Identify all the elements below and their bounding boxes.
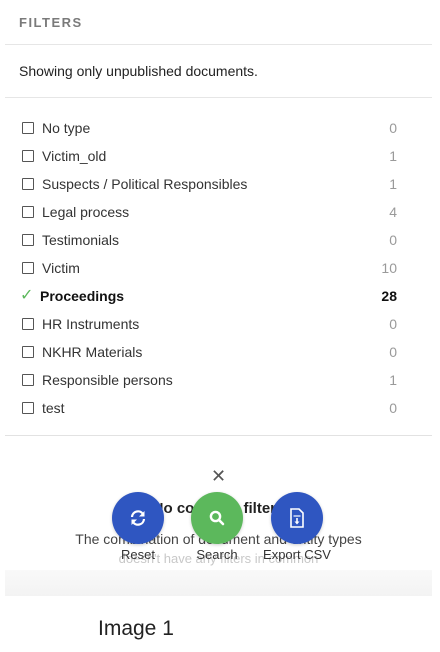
export-circle[interactable] xyxy=(271,492,323,544)
filter-label: Victim xyxy=(42,260,80,276)
file-download-icon xyxy=(290,508,304,528)
search-button[interactable]: Search xyxy=(177,492,257,562)
filter-label: Testimonials xyxy=(42,232,120,248)
filter-option[interactable]: Victim_old 1 xyxy=(5,142,432,170)
filter-label: test xyxy=(42,400,65,416)
filter-option[interactable]: HR Instruments 0 xyxy=(5,310,432,338)
reset-circle[interactable] xyxy=(112,492,164,544)
filter-option[interactable]: NKHR Materials 0 xyxy=(5,338,432,366)
filter-label: Proceedings xyxy=(40,288,125,304)
filter-list: No type 0 Victim_old 1 Suspects / Political … xyxy=(5,98,432,422)
checkbox[interactable] xyxy=(22,262,34,274)
export-csv-label: Export CSV xyxy=(263,547,331,562)
filter-label: Responsible persons xyxy=(42,372,173,388)
filter-option[interactable]: Suspects / Political Responsibles 1 xyxy=(5,170,432,198)
bottom-fade xyxy=(5,570,432,596)
checkbox[interactable] xyxy=(22,206,34,218)
filter-count: 10 xyxy=(381,260,397,276)
filter-count: 28 xyxy=(381,288,397,304)
filter-label: Victim_old xyxy=(42,148,107,164)
search-circle[interactable] xyxy=(191,492,243,544)
filter-count: 1 xyxy=(389,176,397,192)
filters-header: FILTERS xyxy=(5,0,432,45)
reset-label: Reset xyxy=(121,547,155,562)
filter-label: Legal process xyxy=(42,204,130,220)
filter-option[interactable]: Responsible persons 1 xyxy=(5,366,432,394)
unpublished-notice: Showing only unpublished documents. xyxy=(5,45,432,98)
filter-count: 0 xyxy=(389,120,397,136)
filter-label: HR Instruments xyxy=(42,316,140,332)
filter-option[interactable]: test 0 xyxy=(5,394,432,422)
checkbox[interactable] xyxy=(22,150,34,162)
image-caption: Image 1 xyxy=(98,617,174,640)
checkbox[interactable] xyxy=(22,318,34,330)
checkbox[interactable] xyxy=(22,374,34,386)
checkbox[interactable] xyxy=(22,402,34,414)
checkmark-icon[interactable]: ✓ xyxy=(20,288,36,304)
search-icon xyxy=(209,510,225,526)
filter-option[interactable]: ✓ Proceedings 28 xyxy=(5,282,432,310)
close-icon[interactable]: ✕ xyxy=(211,467,226,485)
reset-button[interactable]: Reset xyxy=(98,492,178,562)
checkbox[interactable] xyxy=(22,346,34,358)
filter-label: Suspects / Political Responsibles xyxy=(42,176,248,192)
checkbox[interactable] xyxy=(22,234,34,246)
filter-count: 0 xyxy=(389,316,397,332)
filter-count: 1 xyxy=(389,148,397,164)
filter-label: NKHR Materials xyxy=(42,344,143,360)
filter-label: No type xyxy=(42,120,91,136)
filters-panel: FILTERS Showing only unpublished documen… xyxy=(5,0,432,596)
filter-option[interactable]: Victim 10 xyxy=(5,254,432,282)
filter-count: 0 xyxy=(389,400,397,416)
filter-option[interactable]: Testimonials 0 xyxy=(5,226,432,254)
refresh-icon xyxy=(130,510,146,526)
filter-option[interactable]: Legal process 4 xyxy=(5,198,432,226)
filter-count: 0 xyxy=(389,344,397,360)
filters-title: FILTERS xyxy=(19,14,83,30)
filter-option[interactable]: No type 0 xyxy=(5,114,432,142)
checkbox[interactable] xyxy=(22,122,34,134)
export-csv-button[interactable]: Export CSV xyxy=(257,492,337,562)
search-label: Search xyxy=(196,547,238,562)
filter-count: 1 xyxy=(389,372,397,388)
filter-count: 0 xyxy=(389,232,397,248)
filter-count: 4 xyxy=(389,204,397,220)
checkbox[interactable] xyxy=(22,178,34,190)
divider xyxy=(5,435,432,436)
